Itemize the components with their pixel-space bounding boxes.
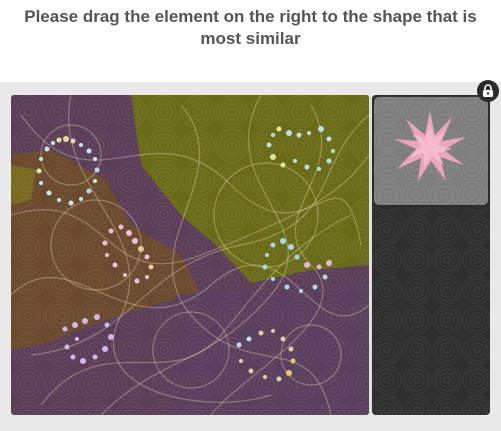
puzzle-canvas[interactable] — [11, 95, 369, 415]
puzzle-background — [11, 95, 369, 415]
instruction-text: Please drag the element on the right to … — [0, 6, 501, 50]
draggable-element[interactable] — [374, 97, 488, 205]
instruction-line-1: Please drag the element on the right to … — [24, 7, 477, 26]
instruction-line-2: most similar — [200, 29, 301, 48]
star-shape-icon — [374, 97, 488, 205]
lock-icon — [483, 84, 493, 97]
lock-button[interactable] — [477, 80, 499, 102]
